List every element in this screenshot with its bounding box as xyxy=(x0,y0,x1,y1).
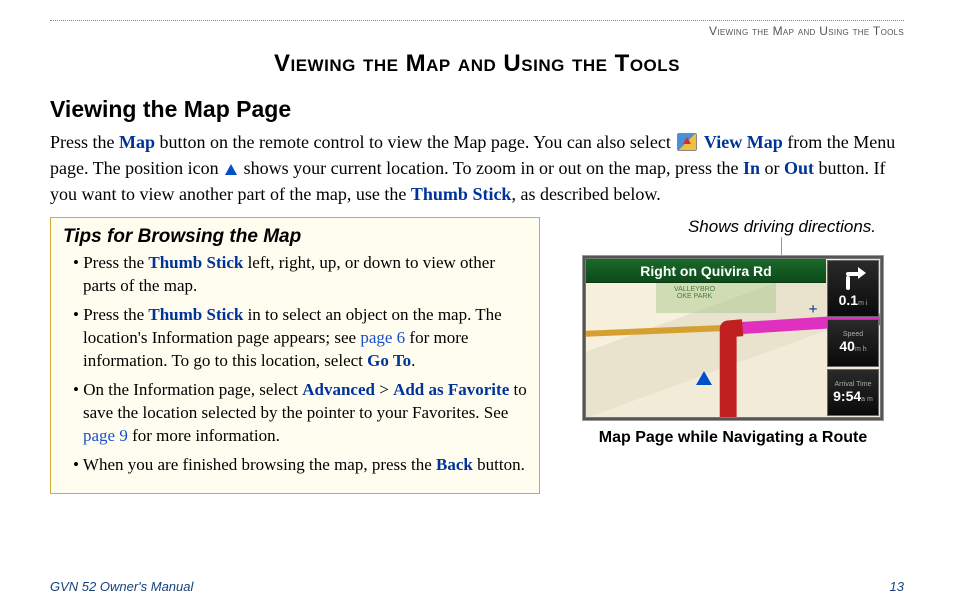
tips-title: Tips for Browsing the Map xyxy=(63,226,527,248)
text: or xyxy=(760,158,784,178)
plus-icon: + xyxy=(806,303,820,317)
thumb-stick-ref: Thumb Stick xyxy=(411,184,512,204)
in-button-ref: In xyxy=(743,158,760,178)
page-title: Viewing the Map and Using the Tools xyxy=(50,50,904,78)
text: > xyxy=(375,380,393,399)
distance-unit: m i xyxy=(858,300,867,307)
tips-box: Tips for Browsing the Map Press the Thum… xyxy=(50,217,540,493)
position-cursor-icon xyxy=(696,371,712,385)
map-screenshot: VALLEYBROOKE PARK + Right on Quivira Rd … xyxy=(582,255,884,421)
tip-item: Press the Thumb Stick left, right, up, o… xyxy=(73,252,527,298)
text: button on the remote control to view the… xyxy=(155,132,675,152)
direction-bar: Right on Quivira Rd xyxy=(586,259,826,283)
text: button. xyxy=(473,455,525,474)
footer-manual-title: GVN 52 Owner's Manual xyxy=(50,579,193,594)
header-rule xyxy=(50,20,904,21)
thumb-stick-ref: Thumb Stick xyxy=(148,305,243,324)
map-button-ref: Map xyxy=(119,132,155,152)
page-footer: GVN 52 Owner's Manual 13 xyxy=(50,579,904,594)
text: Press the xyxy=(83,305,148,324)
text: . xyxy=(411,351,415,370)
callout-leader-line xyxy=(781,237,782,255)
arrival-label: Arrival Time xyxy=(835,381,872,388)
back-button-ref: Back xyxy=(436,455,473,474)
callout-label: Shows driving directions. xyxy=(562,217,904,237)
text: shows your current location. To zoom in … xyxy=(239,158,743,178)
text: , as described below. xyxy=(511,184,660,204)
text: Press the xyxy=(50,132,119,152)
speed-label: Speed xyxy=(843,331,863,338)
text: On the Information page, select xyxy=(83,380,302,399)
out-button-ref: Out xyxy=(784,158,814,178)
turn-panel: 0.1m i xyxy=(827,260,879,317)
view-map-ref: View Map xyxy=(704,132,783,152)
speed-unit: m h xyxy=(855,346,867,353)
view-map-icon xyxy=(677,133,697,151)
page-link[interactable]: page 6 xyxy=(360,328,405,347)
add-favorite-ref: Add as Favorite xyxy=(393,380,509,399)
park-label: VALLEYBROOKE PARK xyxy=(674,286,715,300)
intro-paragraph: Press the Map button on the remote contr… xyxy=(50,129,904,207)
footer-page-number: 13 xyxy=(890,579,904,594)
speed-value: 40 xyxy=(839,338,855,354)
thumb-stick-ref: Thumb Stick xyxy=(148,253,243,272)
section-title: Viewing the Map Page xyxy=(50,96,904,123)
tip-item: When you are finished browsing the map, … xyxy=(73,454,527,477)
running-head: Viewing the Map and Using the Tools xyxy=(50,24,904,38)
speed-panel: Speed 40m h xyxy=(827,319,879,367)
text: When you are finished browsing the map, … xyxy=(83,455,436,474)
distance-value: 0.1 xyxy=(839,292,858,308)
go-to-ref: Go To xyxy=(367,351,411,370)
arrival-unit: a m xyxy=(861,396,873,403)
text: Press the xyxy=(83,253,148,272)
turn-arrow-icon xyxy=(842,270,864,292)
arrival-value: 9:54 xyxy=(833,388,861,404)
tip-item: On the Information page, select Advanced… xyxy=(73,379,527,448)
advanced-ref: Advanced xyxy=(302,380,375,399)
arrival-panel: Arrival Time 9:54a m xyxy=(827,369,879,417)
text: for more information. xyxy=(128,426,280,445)
tip-item: Press the Thumb Stick in to select an ob… xyxy=(73,304,527,373)
figure-caption: Map Page while Navigating a Route xyxy=(562,429,904,447)
position-icon xyxy=(225,164,237,175)
page-link[interactable]: page 9 xyxy=(83,426,128,445)
